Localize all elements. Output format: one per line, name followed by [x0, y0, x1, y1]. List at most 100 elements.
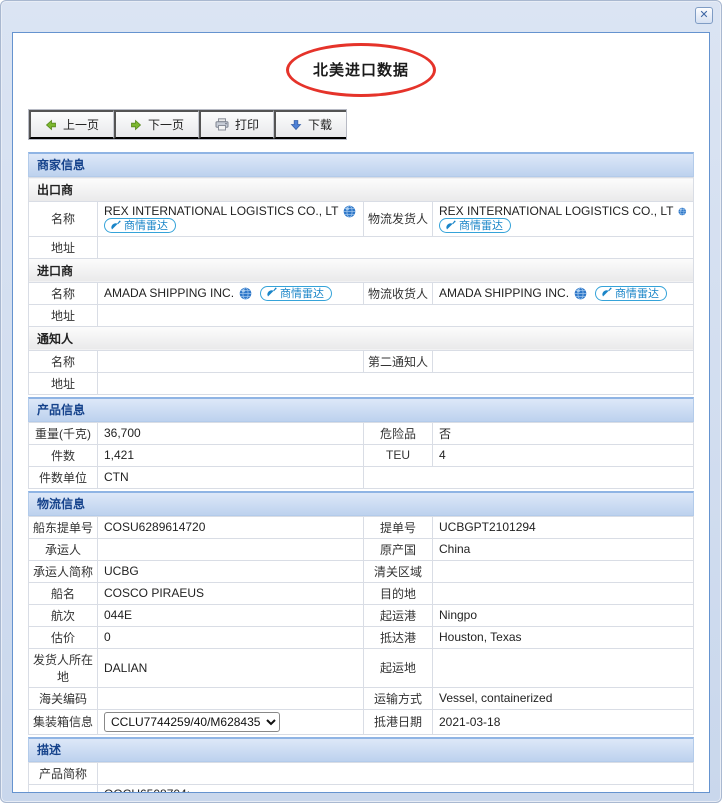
table-row: 产品描述 OOCU6508704: 001:KITCHEN WAREIMPORT…	[28, 783, 694, 793]
next-page-label: 下一页	[148, 118, 185, 132]
print-button[interactable]: 打印	[199, 110, 275, 139]
field-label: 运输方式	[363, 686, 433, 710]
arrival-port-value: Houston, Texas	[432, 625, 694, 649]
section-header-product: 产品信息	[28, 396, 694, 422]
table-row: 名称 REX INTERNATIONAL LOGISTICS CO., LT 商…	[28, 201, 694, 237]
section-header-description: 描述	[28, 736, 694, 762]
second-notify-value	[432, 349, 694, 373]
valuation-value: 0	[97, 625, 364, 649]
table-row: 集装箱信息 CCLU7744259/40/M628435 抵港日期 2021-0…	[28, 708, 694, 735]
transport-mode-value: Vessel, containerized	[432, 686, 694, 710]
radar-badge[interactable]: 商情雷达	[439, 218, 511, 233]
table-row: 地址	[28, 371, 694, 395]
carrier-code-value: UCBG	[97, 559, 364, 583]
section-header-merchant: 商家信息	[28, 152, 694, 177]
arrow-left-icon	[45, 119, 56, 130]
radar-badge-label: 商情雷达	[459, 220, 503, 232]
radar-icon	[111, 220, 121, 229]
field-label: 起运地	[363, 647, 433, 688]
field-label: 承运人简称	[28, 559, 98, 583]
shipper-value: REX INTERNATIONAL LOGISTICS CO., LT	[439, 204, 674, 218]
description-line: OOCU6508704:	[104, 787, 687, 793]
shipper-cell: REX INTERNATIONAL LOGISTICS CO., LT 商情雷达	[432, 201, 694, 237]
arrow-right-icon	[131, 119, 142, 130]
logistics-table: 船东提单号 COSU6289614720 提单号 UCBGPT2101294 承…	[28, 515, 694, 735]
table-row: 承运人简称 UCBG 清关区域	[28, 559, 694, 583]
load-port-value: Ningpo	[432, 603, 694, 627]
table-row: 重量(千克) 36,700 危险品 否	[28, 421, 694, 445]
radar-icon	[446, 220, 456, 229]
download-label: 下载	[308, 118, 333, 132]
field-label: 抵港日期	[363, 708, 433, 735]
field-label: 产品简称	[28, 761, 98, 785]
field-label: 承运人	[28, 537, 98, 561]
hs-code-value	[97, 686, 364, 710]
exporter-name-value: REX INTERNATIONAL LOGISTICS CO., LT	[104, 204, 339, 218]
field-label: 产品描述	[28, 783, 98, 792]
notify-address-value	[97, 371, 694, 395]
table-row: 名称 AMADA SHIPPING INC. 商情雷达 物流收货人 AMADA …	[28, 281, 694, 305]
radar-badge-label: 商情雷达	[280, 287, 325, 300]
empty-cell	[363, 465, 694, 489]
exporter-name-cell: REX INTERNATIONAL LOGISTICS CO., LT 商情雷达	[97, 201, 364, 237]
field-label: 目的地	[363, 581, 433, 605]
field-label: 清关区域	[363, 559, 433, 583]
globe-icon[interactable]	[574, 286, 587, 300]
title-area: 北美进口数据	[28, 43, 694, 97]
table-row: 件数单位 CTN	[28, 465, 694, 489]
subheader-notify: 通知人	[28, 325, 694, 351]
hazardous-value: 否	[432, 421, 694, 445]
section-header-logistics: 物流信息	[28, 490, 694, 516]
field-label: 估价	[28, 625, 98, 649]
field-label: 起运港	[363, 603, 433, 627]
exporter-address-value	[97, 235, 694, 259]
table-row: 进口商	[28, 257, 694, 283]
radar-badge[interactable]: 商情雷达	[104, 218, 176, 233]
toolbar: 上一页 下一页 打印 下载	[28, 109, 348, 140]
field-label: 名称	[28, 349, 98, 373]
table-row: 估价 0 抵达港 Houston, Texas	[28, 625, 694, 649]
consignee-value: AMADA SHIPPING INC.	[439, 286, 570, 300]
prev-page-button[interactable]: 上一页	[29, 110, 115, 139]
arrow-down-icon	[290, 119, 302, 130]
dialog-titlebar[interactable]: ✕	[1, 1, 721, 32]
field-label: 地址	[28, 371, 98, 395]
field-label: 航次	[28, 603, 98, 627]
field-label: 船名	[28, 581, 98, 605]
table-row: 件数 1,421 TEU 4	[28, 443, 694, 467]
field-label: 第二通知人	[363, 349, 433, 373]
field-label: 名称	[28, 201, 98, 237]
print-label: 打印	[235, 118, 260, 132]
field-label: 件数	[28, 443, 98, 467]
field-label: 集装箱信息	[28, 708, 98, 735]
importer-name-value: AMADA SHIPPING INC.	[104, 286, 235, 300]
radar-badge[interactable]: 商情雷达	[260, 285, 333, 301]
origin-country-value: China	[432, 537, 694, 561]
field-label: TEU	[363, 443, 433, 467]
product-short-value	[97, 761, 694, 785]
next-page-button[interactable]: 下一页	[114, 110, 200, 139]
subheader-importer: 进口商	[28, 257, 694, 283]
close-icon: ✕	[699, 9, 709, 21]
field-label: 抵达港	[363, 625, 433, 649]
customs-area-value	[432, 559, 694, 583]
radar-icon	[267, 287, 277, 297]
bl-value: UCBGPT2101294	[432, 515, 694, 539]
close-button[interactable]: ✕	[695, 7, 713, 24]
origin-place-value	[432, 647, 694, 688]
globe-icon[interactable]	[678, 205, 687, 218]
globe-icon[interactable]	[343, 204, 356, 218]
radar-badge[interactable]: 商情雷达	[595, 285, 668, 301]
notify-name-value	[97, 349, 364, 373]
carrier-value	[97, 537, 364, 561]
container-select[interactable]: CCLU7744259/40/M628435	[104, 711, 280, 732]
unit-value: CTN	[97, 465, 364, 489]
subheader-exporter: 出口商	[28, 177, 694, 202]
shipper-location-value: DALIAN	[97, 647, 364, 688]
radar-badge-label: 商情雷达	[615, 287, 660, 300]
quantity-value: 1,421	[97, 443, 364, 467]
download-button[interactable]: 下载	[274, 110, 347, 139]
page-title: 北美进口数据	[312, 62, 409, 79]
globe-icon[interactable]	[239, 286, 252, 300]
merchant-table: 出口商 名称 REX INTERNATIONAL LOGISTICS CO., …	[28, 177, 694, 395]
